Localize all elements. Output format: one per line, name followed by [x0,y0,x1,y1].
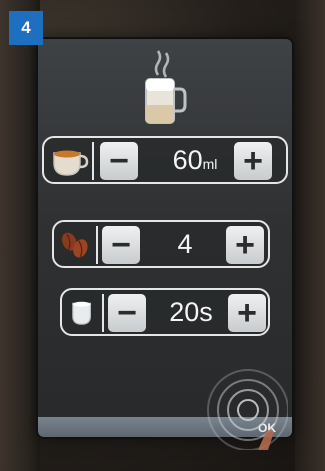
decrease-volume-button[interactable]: − [100,142,138,180]
row-divider [92,142,94,180]
machine-bezel-left [0,0,40,471]
milk-time-value: 20s [169,297,213,327]
latte-macchiato-glass-icon [145,50,187,124]
setting-row-coffee-strength: − 4 + [52,220,270,268]
coffee-cup-icon [53,150,89,176]
step-number-badge: 4 [9,11,43,45]
milk-cup-icon [72,301,91,325]
row-divider [96,226,98,264]
decrease-strength-button[interactable]: − [102,226,140,264]
increase-volume-button[interactable]: + [234,142,272,180]
machine-bezel-right [295,0,325,471]
volume-number: 60 [172,145,203,175]
increase-strength-button[interactable]: + [226,226,264,264]
volume-unit: ml [202,156,218,172]
setting-row-milk-time: − 20s + [60,288,270,336]
volume-value: 60ml [154,145,236,176]
decrease-milk-time-button[interactable]: − [108,294,146,332]
setting-row-coffee-volume: − 60ml + [42,136,288,184]
tap-ripple-icon [207,369,288,450]
coffee-beans-icon [62,232,88,258]
increase-milk-time-button[interactable]: + [228,294,266,332]
strength-value: 4 [177,229,193,259]
row-divider [102,294,104,332]
